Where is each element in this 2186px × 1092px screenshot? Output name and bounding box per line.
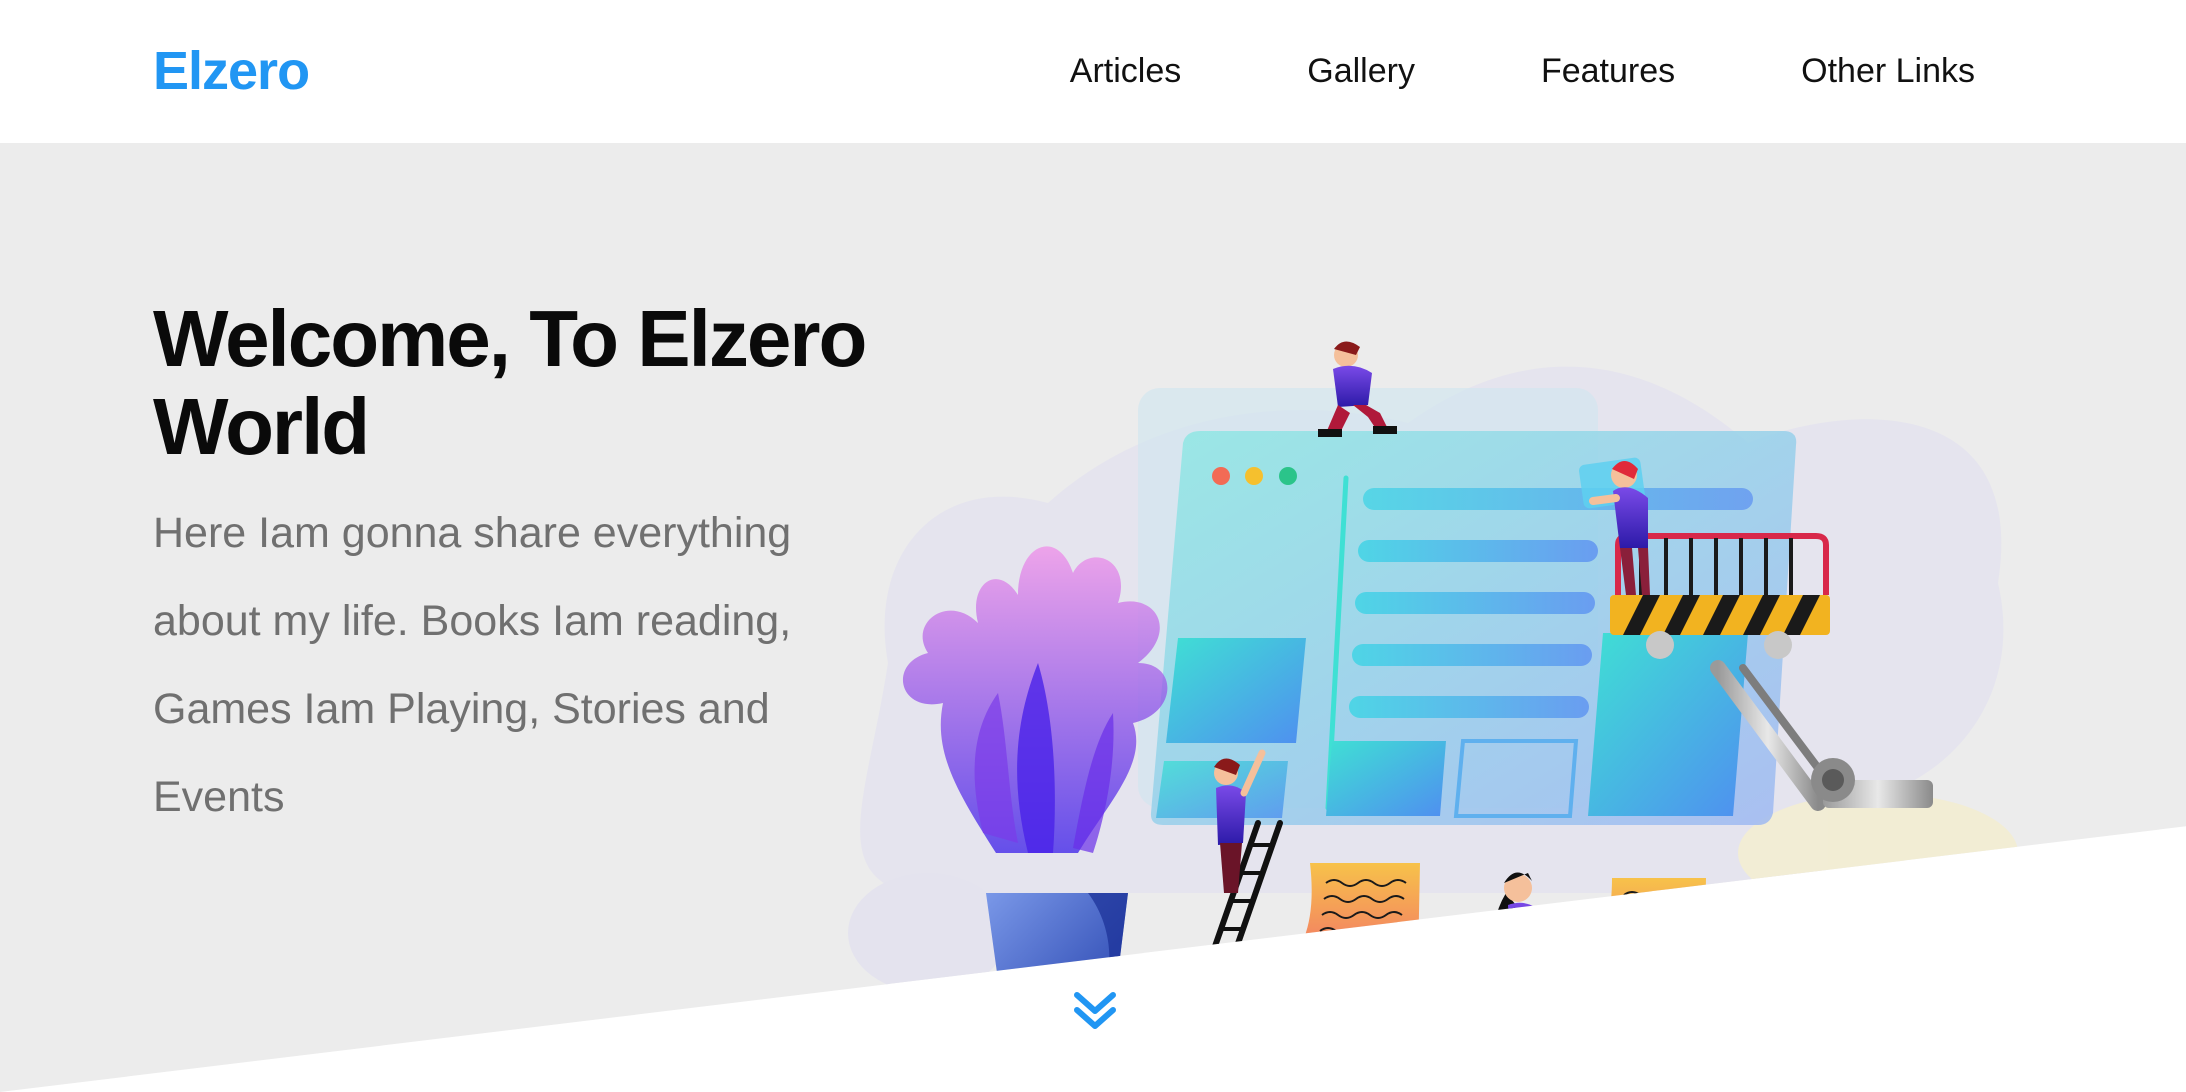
site-logo[interactable]: Elzero bbox=[153, 40, 310, 102]
nav-item-articles: Articles bbox=[1070, 52, 1181, 91]
site-header: Elzero Articles Gallery Features Other L… bbox=[0, 0, 2186, 143]
landing-description: Here Iam gonna share everything about my… bbox=[153, 509, 792, 821]
nav-link-gallery[interactable]: Gallery bbox=[1307, 52, 1415, 91]
landing-intro: Welcome, To Elzero World Here Iam gonna … bbox=[153, 295, 873, 841]
landing-section: Welcome, To Elzero World Here Iam gonna … bbox=[0, 143, 2186, 1092]
main-nav: Articles Gallery Features Other Links bbox=[1070, 0, 1975, 143]
double-chevron-down-icon bbox=[1074, 992, 1116, 1029]
nav-link-features[interactable]: Features bbox=[1541, 52, 1675, 91]
nav-item-other-links: Other Links bbox=[1801, 52, 1975, 91]
landing-title: Welcome, To Elzero World bbox=[153, 294, 867, 471]
nav-link-articles[interactable]: Articles bbox=[1070, 52, 1181, 91]
nav-link-other-links[interactable]: Other Links bbox=[1801, 52, 1975, 91]
nav-item-gallery: Gallery bbox=[1307, 52, 1415, 91]
hero-illustration bbox=[848, 341, 2018, 1041]
nav-item-features: Features bbox=[1541, 52, 1675, 91]
go-down-link[interactable] bbox=[1070, 990, 1120, 1034]
